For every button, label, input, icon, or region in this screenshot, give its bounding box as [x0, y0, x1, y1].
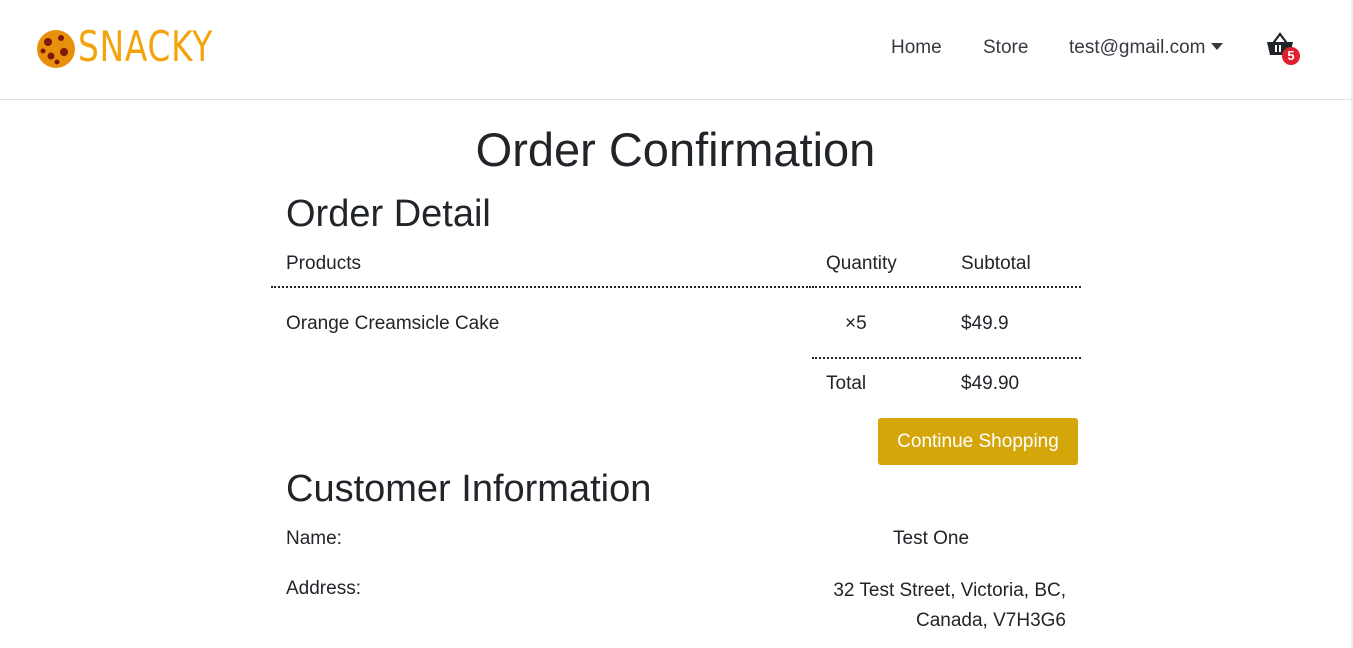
user-email: test@gmail.com — [1069, 37, 1206, 58]
order-detail-heading: Order Detail — [286, 193, 491, 235]
column-header-quantity: Quantity — [826, 253, 897, 274]
product-name: Orange Creamsicle Cake — [286, 313, 500, 334]
table-divider — [947, 286, 1081, 288]
nav-home-link[interactable]: Home — [891, 37, 942, 59]
cart-count-badge: 5 — [1282, 47, 1300, 65]
name-label: Name: — [286, 528, 342, 549]
total-divider — [812, 357, 945, 359]
customer-information-heading: Customer Information — [286, 468, 652, 510]
continue-shopping-button[interactable]: Continue Shopping — [878, 418, 1078, 465]
table-divider — [812, 286, 945, 288]
brand-name: SNACKY — [78, 21, 214, 71]
user-dropdown[interactable]: test@gmail.com — [1069, 37, 1223, 59]
table-divider — [271, 286, 811, 288]
total-label: Total — [826, 373, 867, 394]
address-line-1: 32 Test Street, Victoria, BC, — [833, 580, 1066, 601]
cookie-icon — [37, 30, 75, 68]
address-line-2: Canada, V7H3G6 — [916, 610, 1066, 631]
column-header-subtotal: Subtotal — [961, 253, 1031, 274]
column-header-products: Products — [286, 253, 361, 274]
address-label: Address: — [286, 578, 361, 599]
navbar: SNACKY Home Store test@gmail.com 5 — [0, 0, 1351, 100]
nav-store-link[interactable]: Store — [983, 37, 1028, 59]
caret-down-icon — [1210, 43, 1223, 50]
product-quantity: ×5 — [845, 313, 867, 334]
name-value: Test One — [893, 528, 970, 549]
cart-button[interactable]: 5 — [1265, 30, 1305, 68]
brand-logo[interactable]: SNACKY — [35, 22, 251, 72]
page-title: Order Confirmation — [475, 123, 876, 176]
total-value: $49.90 — [961, 373, 1020, 394]
product-subtotal: $49.9 — [961, 313, 1009, 334]
total-divider — [947, 357, 1081, 359]
address-value: 32 Test Street, Victoria, BC, Canada, V7… — [800, 576, 1066, 636]
